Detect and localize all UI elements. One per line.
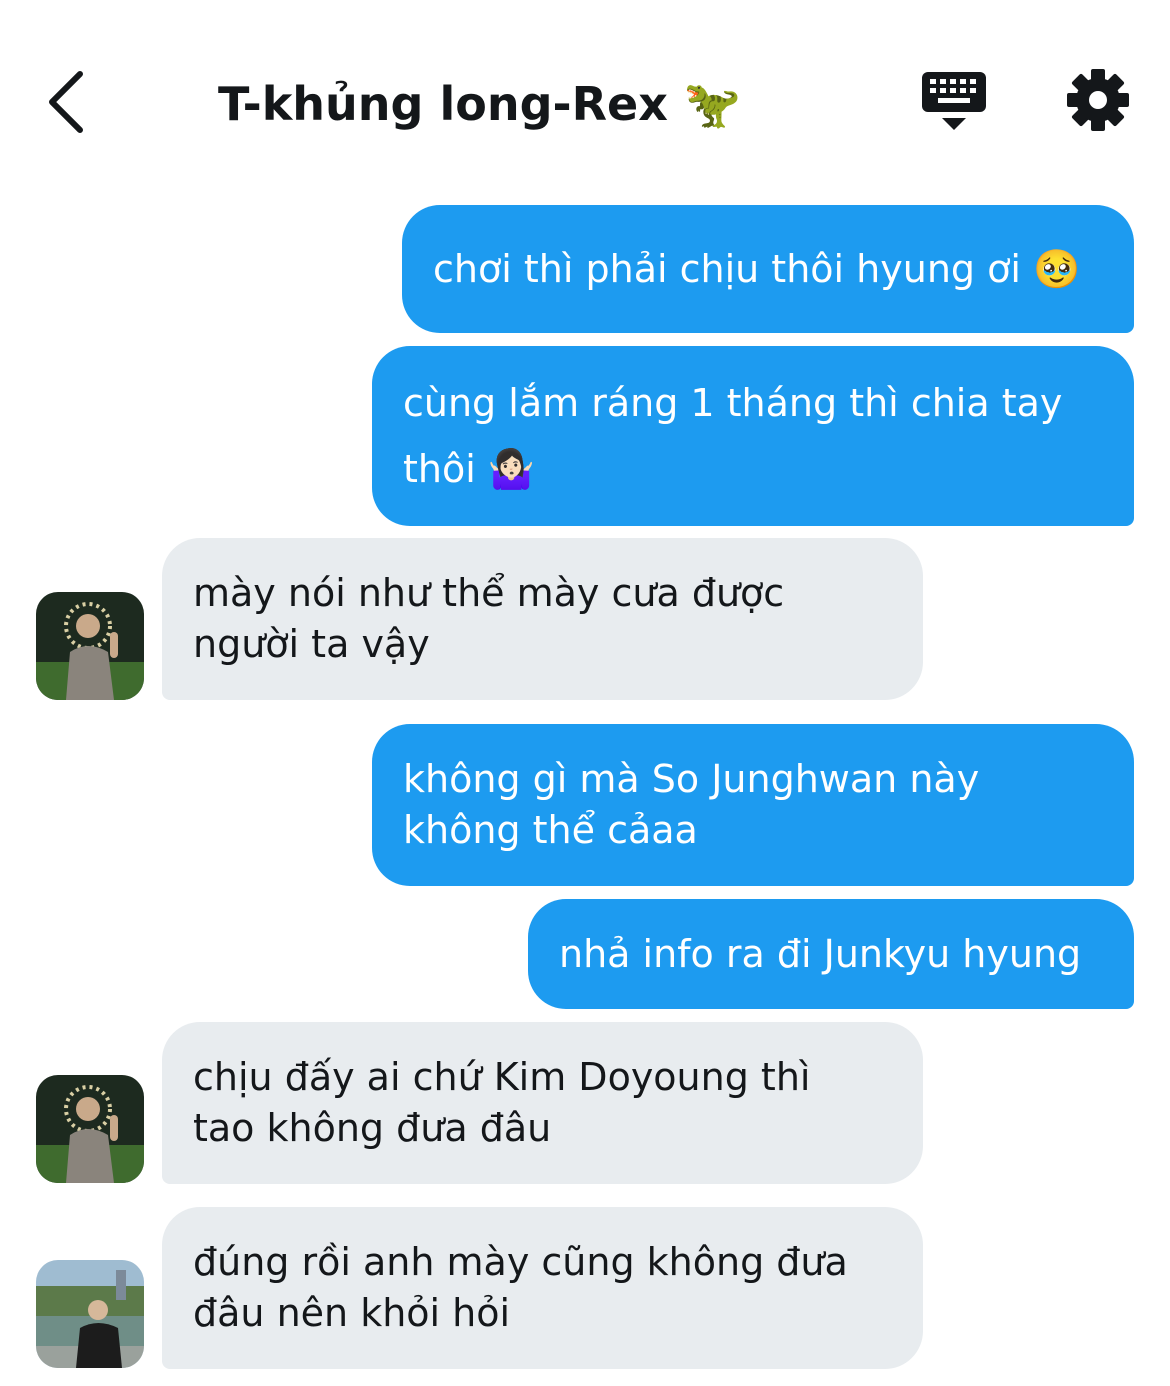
keyboard-icon — [922, 72, 986, 130]
avatar-photo — [36, 1075, 144, 1183]
message-text: mày nói như thể mày cưa được người ta vậ… — [193, 571, 785, 666]
avatar-photo — [36, 592, 144, 700]
back-button[interactable] — [40, 66, 100, 136]
avatar[interactable] — [36, 1260, 144, 1368]
message-bubble-incoming[interactable]: mày nói như thể mày cưa được người ta vậ… — [162, 538, 923, 700]
message-bubble-incoming[interactable]: đúng rồi anh mày cũng không đưa đâu nên … — [162, 1207, 923, 1369]
message-text: cùng lắm ráng 1 tháng thì chia tay thôi … — [403, 381, 1063, 491]
message-text: đúng rồi anh mày cũng không đưa đâu nên … — [193, 1240, 848, 1335]
conversation-title[interactable]: T-khủng long-Rex 🦖 — [218, 74, 741, 134]
message-bubble-outgoing[interactable]: chơi thì phải chịu thôi hyung ơi 🥹 — [402, 205, 1134, 333]
conversation-header: T-khủng long-Rex 🦖 — [0, 0, 1170, 190]
message-text: chơi thì phải chịu thôi hyung ơi 🥹 — [433, 246, 1081, 291]
message-bubble-outgoing[interactable]: nhả info ra đi Junkyu hyung — [528, 899, 1134, 1009]
settings-button[interactable] — [1066, 68, 1130, 132]
chevron-left-icon — [49, 71, 83, 133]
gear-icon — [1067, 69, 1129, 131]
message-text: chịu đấy ai chứ Kim Doyoung thì tao khôn… — [193, 1055, 811, 1150]
message-bubble-outgoing[interactable]: không gì mà So Junghwan này không thể cả… — [372, 724, 1134, 886]
keyboard-button[interactable] — [920, 70, 988, 134]
message-bubble-incoming[interactable]: chịu đấy ai chứ Kim Doyoung thì tao khôn… — [162, 1022, 923, 1184]
avatar-photo — [36, 1260, 144, 1368]
avatar[interactable] — [36, 1075, 144, 1183]
message-text: không gì mà So Junghwan này không thể cả… — [403, 757, 980, 852]
avatar[interactable] — [36, 592, 144, 700]
message-text: nhả info ra đi Junkyu hyung — [559, 931, 1082, 976]
message-bubble-outgoing[interactable]: cùng lắm ráng 1 tháng thì chia tay thôi … — [372, 346, 1134, 526]
